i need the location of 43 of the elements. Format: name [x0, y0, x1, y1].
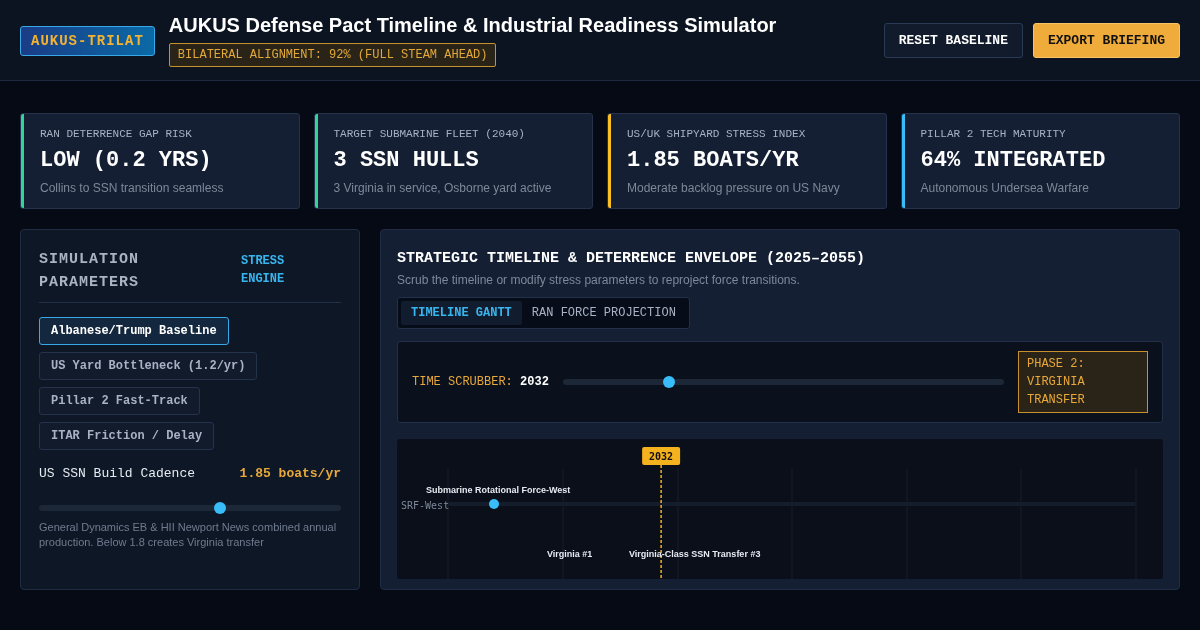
slider-thumb[interactable] — [214, 502, 227, 514]
event-label: Virginia-Class SSN Transfer #3 — [629, 549, 761, 559]
row-label: SRF-West — [401, 500, 450, 511]
view-tab[interactable]: TIMELINE GANTT — [401, 301, 522, 325]
kpi-note: Autonomous Undersea Warfare — [920, 181, 1090, 195]
year-marker-badge — [642, 447, 681, 465]
scenario-button[interactable]: Albanese/Trump Baseline — [39, 317, 229, 345]
slider-reading: 1.85 boats/yr — [239, 466, 341, 481]
kpi-label: PILLAR 2 TECH MATURITY — [920, 128, 1067, 140]
scenario-button[interactable]: ITAR Friction / Delay — [39, 422, 215, 450]
event-dot[interactable] — [489, 499, 499, 509]
panel-title: STRATEGIC TIMELINE & DETERRENCE ENVELOPE (2025–2055) — [397, 250, 867, 267]
slider-thumb[interactable] — [662, 376, 675, 388]
kpi-value: 64% INTEGRATED — [920, 148, 1106, 173]
logo: AUKUS-TRILAT — [20, 25, 155, 56]
kpi-note: 3 Virginia in service, Osborne yard active — [333, 181, 552, 195]
app-title: AUKUS Defense Pact Timeline & Industrial Readiness Simulator — [168, 14, 777, 37]
alignment-badge: BILATERAL ALIGNMENT: 92% (FULL STEAM AHEAD) — [168, 43, 497, 67]
event-label: Virginia #1 — [547, 549, 593, 559]
slider-label: US SSN Build Cadence — [39, 466, 196, 481]
engine-tag: STRESS ENGINE — [241, 252, 311, 288]
scrubber-label: TIME SCRUBBER: 2032 — [412, 375, 549, 389]
slider-description: General Dynamics EB & HII Newport News combined annual production. Below 1.8 creates Virginia transfer — [39, 520, 338, 550]
kpi-label: RAN DETERRENCE GAP RISK — [40, 128, 193, 140]
export-button[interactable]: EXPORT BRIEFING — [1032, 23, 1180, 58]
panel-title: SIMULATION PARAMETERS — [39, 250, 140, 293]
panel-subtitle: Scrub the timeline or modify stress parameters to reproject force transitions. — [397, 273, 801, 287]
kpi-value: LOW (0.2 YRS) — [40, 148, 213, 173]
kpi-note: Collins to SSN transition seamless — [40, 181, 224, 195]
view-tab[interactable]: RAN FORCE PROJECTION — [521, 301, 686, 325]
event-label: Submarine Rotational Force-West — [426, 485, 571, 495]
kpi-note: Moderate backlog pressure on US Navy — [627, 181, 840, 195]
phase-badge: PHASE 2: VIRGINIA TRANSFER — [1018, 351, 1148, 413]
reset-button[interactable]: RESET BASELINE — [883, 23, 1023, 58]
time-slider[interactable] — [562, 379, 1004, 385]
scenario-button[interactable]: US Yard Bottleneck (1.2/yr) — [39, 352, 258, 380]
scenario-button[interactable]: Pillar 2 Fast-Track — [39, 387, 200, 415]
kpi-value: 1.85 BOATS/YR — [627, 148, 800, 173]
cadence-slider[interactable] — [39, 505, 341, 511]
kpi-label: TARGET SUBMARINE FLEET (2040) — [333, 128, 526, 140]
year-marker-text: 2032 — [649, 451, 674, 462]
kpi-label: US/UK SHIPYARD STRESS INDEX — [627, 128, 807, 140]
kpi-value: 3 SSN HULLS — [333, 148, 480, 173]
